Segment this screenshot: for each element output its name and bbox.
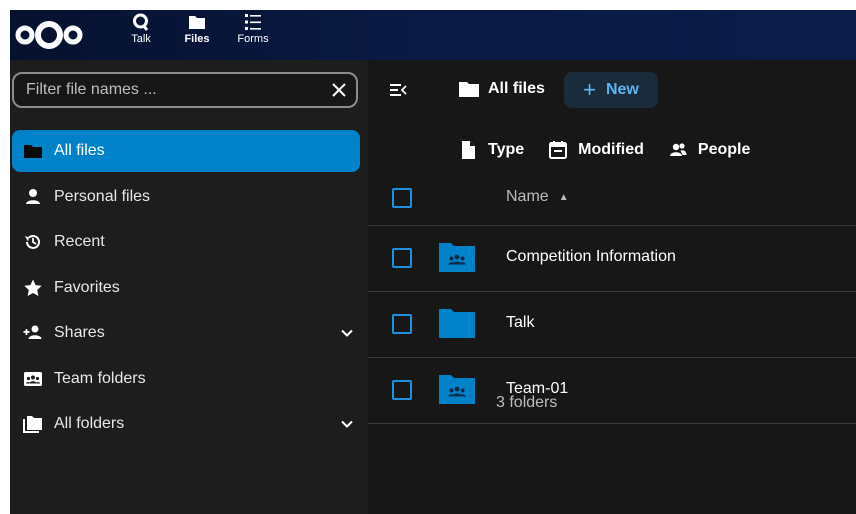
nextcloud-logo-icon[interactable] [14, 20, 84, 50]
table-row[interactable]: Competition Information [368, 226, 856, 292]
filter-input[interactable] [14, 74, 324, 106]
calendar-icon [549, 141, 568, 159]
people-icon [669, 143, 687, 156]
folder-icon [22, 140, 44, 162]
sidebar-item-all-files[interactable]: All files [12, 130, 360, 172]
team-folder-icon [439, 375, 475, 404]
app-navigation: Talk Files Forms [120, 10, 288, 60]
sort-ascending-icon: ▲ [558, 191, 569, 203]
folder-icon [459, 82, 479, 97]
list-icon [245, 14, 261, 30]
app-files[interactable]: Files [176, 10, 218, 60]
folder-icon [189, 16, 205, 29]
top-header: Talk Files Forms [10, 10, 856, 60]
filter-type[interactable]: Type [458, 140, 524, 160]
table-row[interactable]: Talk [368, 292, 856, 358]
files-app: Talk Files Forms Filter file names ... A… [10, 10, 856, 514]
team-folder-icon [439, 243, 475, 272]
app-files-label: Files [184, 33, 210, 45]
sidebar-item-favorites[interactable]: Favorites [12, 267, 360, 309]
filter-modified[interactable]: Modified [548, 140, 644, 160]
plus-icon: + [583, 77, 596, 102]
sidebar-item-label: Personal files [54, 187, 151, 205]
sidebar-item-label: All folders [54, 415, 125, 432]
star-icon [22, 277, 44, 299]
file-name[interactable]: Competition Information [506, 248, 676, 266]
chevron-down-icon[interactable] [340, 326, 354, 340]
sidebar-item-personal-files[interactable]: Personal files [12, 176, 360, 218]
table-header: Name ▲ [368, 170, 856, 226]
file-icon [462, 141, 475, 159]
filter-modified-label: Modified [578, 141, 644, 158]
name-column-label: Name [506, 188, 549, 205]
main-content: All files + New Type Modified People Nam… [368, 60, 856, 514]
app-talk[interactable]: Talk [120, 10, 162, 60]
team-folder-icon [22, 368, 44, 390]
app-forms-label: Forms [237, 33, 269, 45]
close-icon[interactable] [330, 81, 348, 99]
sidebar-item-shares[interactable]: Shares [12, 312, 360, 354]
filter-type-label: Type [488, 141, 525, 158]
app-talk-label: Talk [131, 33, 151, 45]
table-row[interactable]: Team-01 [368, 358, 856, 424]
sidebar: All files Personal files Recent Favorite… [10, 60, 368, 514]
sidebar-item-team-folders[interactable]: Team folders [12, 358, 360, 400]
app-forms[interactable]: Forms [232, 10, 274, 60]
search-icon [133, 13, 149, 31]
filter-people[interactable]: People [668, 140, 750, 160]
filter-field [12, 72, 358, 108]
new-button-label: New [605, 81, 639, 98]
file-table: Name ▲ Competition Information Talk Team… [368, 170, 856, 424]
select-all-checkbox[interactable] [392, 188, 412, 208]
new-button[interactable]: + New [564, 72, 658, 108]
breadcrumb[interactable]: All files [458, 78, 545, 100]
menu-collapse-icon[interactable] [388, 80, 408, 100]
sidebar-item-label: All files [54, 142, 105, 159]
sidebar-item-label: Team folders [54, 369, 146, 387]
person-icon [22, 186, 44, 208]
sidebar-item-recent[interactable]: Recent [12, 221, 360, 263]
sidebar-navigation: All files Personal files Recent Favorite… [12, 130, 360, 449]
share-person-icon [22, 322, 44, 344]
chevron-down-icon[interactable] [340, 417, 354, 431]
name-column-header[interactable]: Name ▲ [506, 188, 569, 206]
filter-bar: Type Modified People [458, 140, 774, 160]
sidebar-item-all-folders[interactable]: All folders [12, 403, 360, 445]
folder-icon [439, 309, 475, 338]
row-checkbox[interactable] [392, 248, 412, 268]
row-checkbox[interactable] [392, 380, 412, 400]
history-icon [22, 231, 44, 253]
filter-people-label: People [697, 141, 751, 158]
sidebar-item-label: Recent [54, 233, 105, 250]
row-checkbox[interactable] [392, 314, 412, 334]
sidebar-item-label: Favorites [54, 278, 120, 296]
folders-icon [22, 413, 44, 435]
sidebar-item-label: Shares [54, 324, 105, 341]
breadcrumb-label: All files [488, 80, 545, 97]
file-name[interactable]: Talk [506, 314, 534, 332]
folder-count-summary: 3 folders [496, 394, 558, 411]
